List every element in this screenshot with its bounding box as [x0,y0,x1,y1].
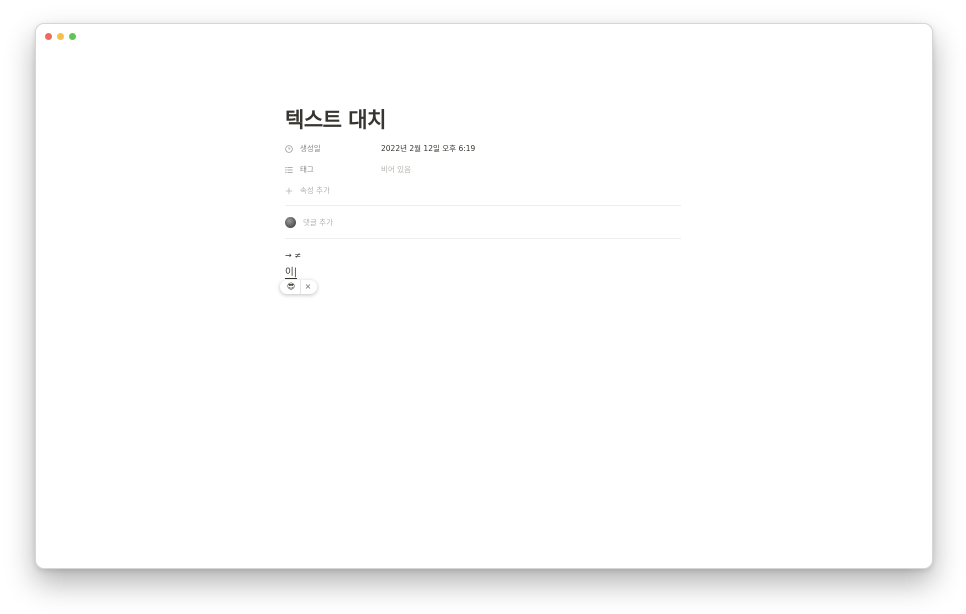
add-property-button[interactable]: 속성 추가 [285,180,681,201]
close-icon[interactable]: × [301,280,315,294]
properties-list: 생성일 2022년 2월 12일 오후 6:19 태그 비어 있음 속성 추가 [285,138,681,201]
avatar [285,216,296,228]
list-icon [285,166,293,173]
zoom-window-button[interactable] [69,33,76,40]
page-content: 텍스트 대치 생성일 2022년 2월 12일 오후 6:19 태그 비어 있음… [280,104,681,294]
property-value[interactable]: 비어 있음 [381,164,411,175]
add-comment-label: 댓글 추가 [303,217,333,227]
property-value: 2022년 2월 12일 오후 6:19 [381,144,476,153]
minimize-window-button[interactable] [57,33,64,40]
text-block[interactable]: → ≠ [285,249,681,263]
property-name: 태그 [285,164,381,175]
emoji-suggestion-popup: 😎 × [280,280,317,294]
app-window: 텍스트 대치 생성일 2022년 2월 12일 오후 6:19 태그 비어 있음… [35,23,933,569]
page-title[interactable]: 텍스트 대치 [285,104,681,136]
window-controls [45,33,76,40]
close-window-button[interactable] [45,33,52,40]
property-label: 태그 [300,165,314,174]
add-property-label: 속성 추가 [300,186,330,195]
text-block-editing[interactable]: 이| 😎 × [280,265,681,294]
divider [285,238,681,239]
property-tags[interactable]: 태그 비어 있음 [285,159,681,180]
emoji-suggestion[interactable]: 😎 [282,280,301,294]
clock-icon [285,144,293,153]
composing-text[interactable]: 이| [285,267,297,279]
property-created-time[interactable]: 생성일 2022년 2월 12일 오후 6:19 [285,138,681,159]
property-label: 생성일 [300,144,321,153]
property-name: 생성일 [285,143,381,154]
add-comment[interactable]: 댓글 추가 [285,206,681,238]
plus-icon [285,187,293,194]
